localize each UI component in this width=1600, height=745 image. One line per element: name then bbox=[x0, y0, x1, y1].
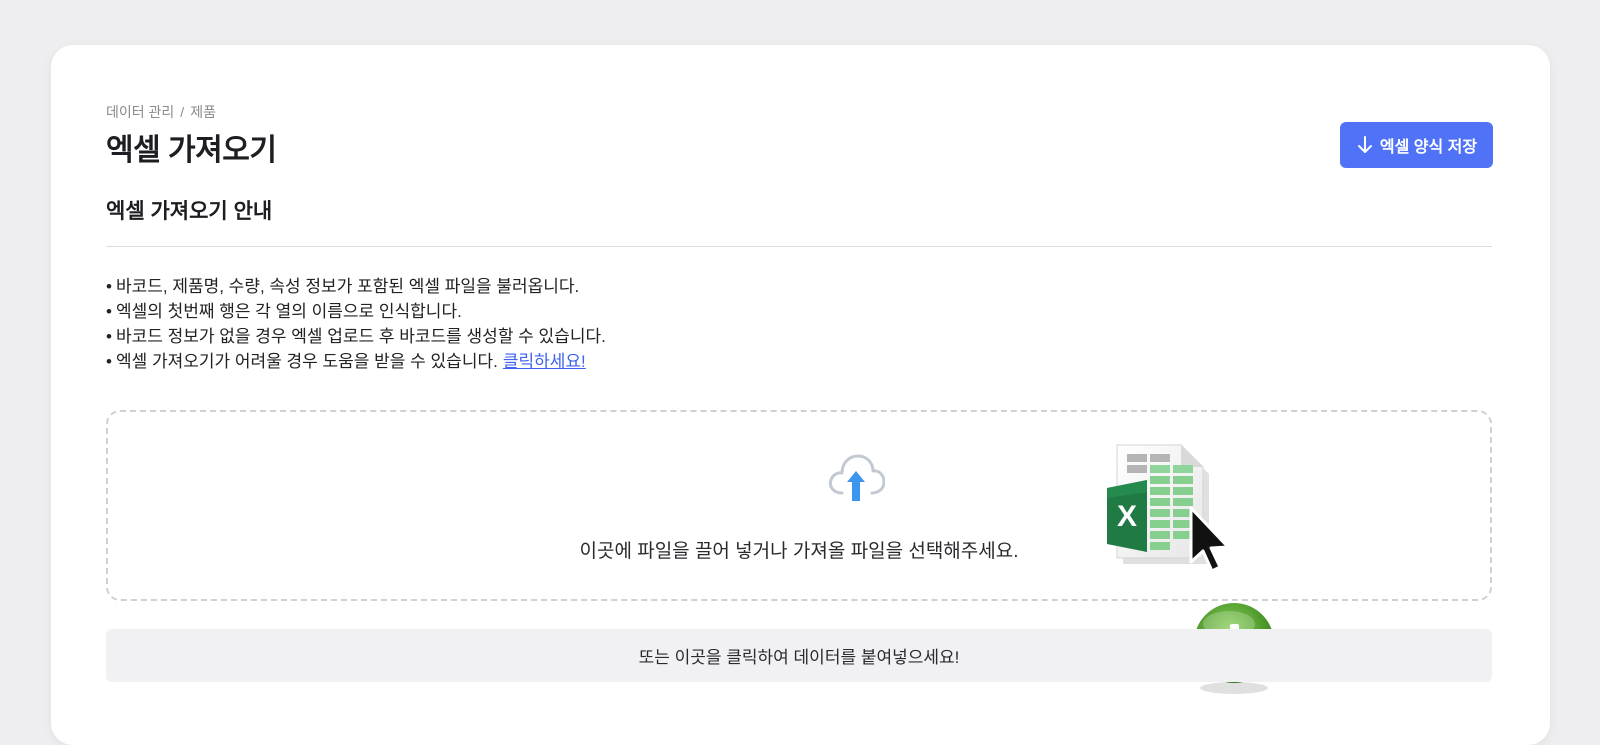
breadcrumb-separator: / bbox=[180, 104, 185, 120]
paste-data-bar[interactable]: 또는 이곳을 클릭하여 데이터를 붙여넣으세요! bbox=[106, 629, 1492, 682]
guide-item-text: 바코드, 제품명, 수량, 속성 정보가 포함된 엑셀 파일을 불러옵니다. bbox=[115, 277, 580, 296]
guide-item-text: 엑셀 가져오기가 어려울 경우 도움을 받을 수 있습니다. bbox=[115, 352, 498, 371]
page-title: 엑셀 가져오기 bbox=[106, 134, 277, 167]
import-card: 데이터 관리 / 제품 엑셀 가져오기 엑셀 양식 저장 엑셀 가져오기 안내 • 바… bbox=[51, 45, 1550, 745]
breadcrumb: 데이터 관리 / 제품 bbox=[106, 102, 216, 122]
arrow-down-icon bbox=[1357, 136, 1372, 153]
cloud-upload-icon bbox=[828, 454, 885, 501]
divider bbox=[106, 246, 1492, 247]
breadcrumb-parent[interactable]: 데이터 관리 bbox=[106, 104, 174, 120]
guide-item: • 엑셀 가져오기가 어려울 경우 도움을 받을 수 있습니다. 클릭하세요! bbox=[106, 349, 606, 374]
paste-data-text: 또는 이곳을 클릭하여 데이터를 붙여넣으세요! bbox=[638, 648, 960, 667]
guide-item: • 바코드 정보가 없을 경우 엑셀 업로드 후 바코드를 생성할 수 있습니다. bbox=[106, 324, 606, 349]
excel-badge-letter: X bbox=[1117, 500, 1137, 533]
guide-item: • 바코드, 제품명, 수량, 속성 정보가 포함된 엑셀 파일을 불러옵니다. bbox=[106, 274, 606, 299]
guide-item-text: 바코드 정보가 없을 경우 엑셀 업로드 후 바코드를 생성할 수 있습니다. bbox=[115, 327, 606, 346]
save-excel-template-label: 엑셀 양식 저장 bbox=[1379, 139, 1478, 156]
bullet: • bbox=[106, 302, 112, 321]
bullet: • bbox=[106, 277, 112, 296]
guide-list: • 바코드, 제품명, 수량, 속성 정보가 포함된 엑셀 파일을 불러옵니다. … bbox=[106, 274, 606, 374]
save-excel-template-button[interactable]: 엑셀 양식 저장 bbox=[1340, 122, 1493, 168]
guide-item-text: 엑셀의 첫번째 행은 각 열의 이름으로 인식합니다. bbox=[115, 302, 462, 321]
guide-title: 엑셀 가져오기 안내 bbox=[106, 200, 273, 223]
help-link[interactable]: 클릭하세요! bbox=[503, 352, 586, 371]
bullet: • bbox=[106, 327, 112, 346]
bullet: • bbox=[106, 352, 112, 371]
breadcrumb-current: 제품 bbox=[190, 104, 216, 120]
guide-item: • 엑셀의 첫번째 행은 각 열의 이름으로 인식합니다. bbox=[106, 299, 606, 324]
